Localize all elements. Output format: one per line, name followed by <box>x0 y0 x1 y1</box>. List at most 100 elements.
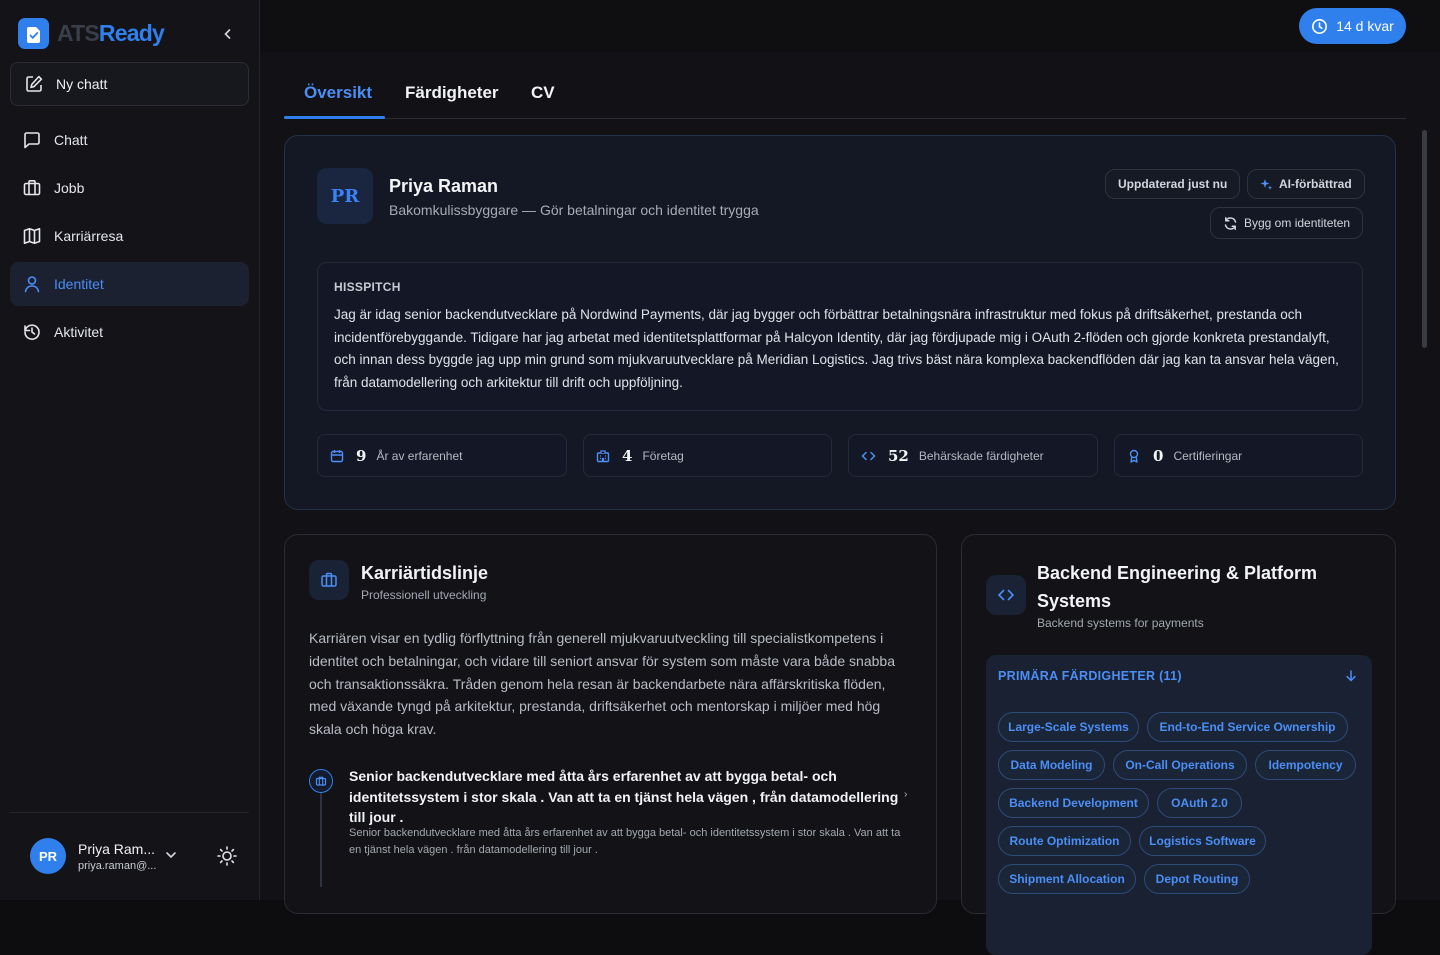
stat-value: 9 <box>356 446 367 465</box>
logo-mark-icon <box>18 18 49 49</box>
timeline-subtitle: Professionell utveckling <box>361 588 487 602</box>
sidebar-item-label: Karriärresa <box>54 228 124 244</box>
sidebar: ATSReady Ny chatt Chatt Jobb Karriärresa… <box>0 0 260 900</box>
profile-title: Bakomkulissbyggare — Gör betalningar och… <box>389 202 759 218</box>
timeline-summary: Karriären visar en tydlig förflyttning f… <box>309 630 895 738</box>
code-icon <box>861 451 876 460</box>
ai-enhanced-badge: AI-förbättrad <box>1247 169 1365 199</box>
stat-value: 4 <box>622 446 633 465</box>
sidebar-nav: Chatt Jobb Karriärresa Identitet Aktivit… <box>10 118 249 358</box>
timeline-title: Karriärtidslinje <box>361 563 489 583</box>
tab-fardigheter[interactable]: Färdigheter <box>405 83 499 103</box>
edit-icon <box>26 75 43 92</box>
user-email: priya.raman@... <box>78 859 157 872</box>
chevron-down-icon[interactable] <box>164 848 178 867</box>
skill-chip[interactable]: Depot Routing <box>1144 864 1250 894</box>
code-icon <box>986 575 1026 615</box>
skill-chip[interactable]: Shipment Allocation <box>998 864 1136 894</box>
map-icon <box>23 227 41 245</box>
stat-value: 0 <box>1153 446 1164 465</box>
trial-badge[interactable]: 14 d kvar <box>1299 8 1406 44</box>
skill-category-card: Backend Engineering & Platform Systems B… <box>961 534 1396 955</box>
new-chat-button[interactable]: Ny chatt <box>10 62 249 106</box>
tab-cv[interactable]: CV <box>531 83 555 103</box>
building-icon <box>596 449 610 462</box>
award-icon <box>1129 449 1139 463</box>
timeline-entry-title[interactable]: Senior backendutvecklare med åtta års er… <box>349 766 905 828</box>
skill-chip[interactable]: Large-Scale Systems <box>998 712 1139 742</box>
rebuild-identity-button[interactable]: Bygg om identiteten <box>1210 207 1364 239</box>
primary-skills-panel: PRIMÄRA FÄRDIGHETER (11) Large-Scale Sys… <box>986 655 1372 955</box>
stat-value: 52 <box>888 446 909 465</box>
skill-chip[interactable]: Data Modeling <box>998 750 1105 780</box>
timeline-dot-briefcase-icon <box>309 769 333 793</box>
sidebar-item-aktivitet[interactable]: Aktivitet <box>10 310 249 354</box>
primary-skills-heading[interactable]: PRIMÄRA FÄRDIGHETER (11) <box>998 669 1182 683</box>
clock-icon <box>1312 18 1328 34</box>
skill-chip[interactable]: End-to-End Service Ownership <box>1147 712 1348 742</box>
skill-chip[interactable]: On-Call Operations <box>1113 750 1247 780</box>
profile-card: PR Priya Raman Bakomkulissbyggare — Gör … <box>284 135 1396 510</box>
chat-icon <box>24 132 40 149</box>
profile-name: Priya Raman <box>389 176 499 196</box>
career-timeline-card: Karriärtidslinje Professionell utvecklin… <box>284 534 937 914</box>
sidebar-item-label: Aktivitet <box>54 324 104 340</box>
stat-certifications: 0 Certifieringar <box>1114 434 1363 477</box>
history-icon <box>24 324 40 340</box>
refresh-icon <box>1224 216 1237 230</box>
skill-category-subtitle: Backend systems for payments <box>1037 616 1204 630</box>
sidebar-item-label: Jobb <box>54 180 85 196</box>
chevron-right-icon[interactable]: › <box>904 789 907 800</box>
stat-label: Certifieringar <box>1173 448 1243 463</box>
avatar: PR <box>30 838 66 874</box>
skill-chip[interactable]: Backend Development <box>998 788 1149 818</box>
ai-label: AI-förbättrad <box>1279 177 1352 191</box>
scrollbar-thumb[interactable] <box>1422 130 1427 348</box>
sidebar-divider <box>10 812 249 813</box>
stat-label: Behärskade färdigheter <box>918 448 1044 463</box>
scrollbar[interactable] <box>1420 119 1430 900</box>
timeline-line <box>320 787 322 887</box>
stat-label: År av erfarenhet <box>376 448 463 463</box>
theme-toggle-sun-icon[interactable] <box>216 845 238 872</box>
tab-bar: Översikt Färdigheter CV <box>284 52 1406 119</box>
skill-chip[interactable]: Logistics Software <box>1139 826 1266 856</box>
sidebar-item-karriarresa[interactable]: Karriärresa <box>10 214 249 258</box>
skill-category-title: Backend Engineering & Platform Systems <box>1037 563 1318 611</box>
tab-oversikt[interactable]: Översikt <box>304 83 372 103</box>
sidebar-item-label: Chatt <box>54 132 88 148</box>
trial-label: 14 d kvar <box>1336 18 1394 34</box>
sparkle-icon <box>1260 178 1273 190</box>
pitch-text: Jag är idag senior backendutvecklare på … <box>334 307 1339 390</box>
user-name: Priya Ram... <box>78 840 156 857</box>
sidebar-item-jobb[interactable]: Jobb <box>10 166 249 210</box>
skill-chip[interactable]: OAuth 2.0 <box>1157 788 1242 818</box>
sidebar-item-label: Identitet <box>54 276 104 292</box>
top-bar: 14 d kvar <box>260 0 1440 52</box>
briefcase-icon <box>309 560 349 600</box>
skill-chip[interactable]: Route Optimization <box>998 826 1131 856</box>
briefcase-icon <box>23 180 41 196</box>
stat-experience: 9 År av erfarenhet <box>317 434 567 477</box>
sidebar-item-chatt[interactable]: Chatt <box>10 118 249 162</box>
stat-skills: 52 Behärskade färdigheter <box>848 434 1098 477</box>
active-tab-indicator <box>284 116 385 119</box>
stat-companies: 4 Företag <box>583 434 832 477</box>
collapse-sidebar-icon[interactable] <box>218 24 238 44</box>
stat-label: Företag <box>642 448 684 463</box>
main-content: Översikt Färdigheter CV PR Priya Raman B… <box>260 52 1440 955</box>
profile-avatar: PR <box>317 168 373 224</box>
app-logo[interactable]: ATSReady <box>18 18 165 49</box>
updated-badge: Uppdaterad just nu <box>1105 169 1241 199</box>
user-menu[interactable]: PR Priya Ram... priya.raman@... <box>30 838 156 874</box>
sidebar-item-identitet[interactable]: Identitet <box>10 262 249 306</box>
new-chat-label: Ny chatt <box>56 76 108 92</box>
calendar-icon <box>330 449 344 462</box>
skill-chip[interactable]: Idempotency <box>1255 750 1356 780</box>
elevator-pitch: HISSPITCH Jag är idag senior backendutve… <box>317 262 1363 411</box>
arrow-down-icon[interactable] <box>1344 669 1358 688</box>
timeline-entry-description: Senior backendutvecklare med åtta års er… <box>349 827 901 856</box>
user-icon <box>24 276 40 293</box>
pitch-heading: HISSPITCH <box>334 280 401 294</box>
logo-text-ready: Ready <box>98 20 165 46</box>
